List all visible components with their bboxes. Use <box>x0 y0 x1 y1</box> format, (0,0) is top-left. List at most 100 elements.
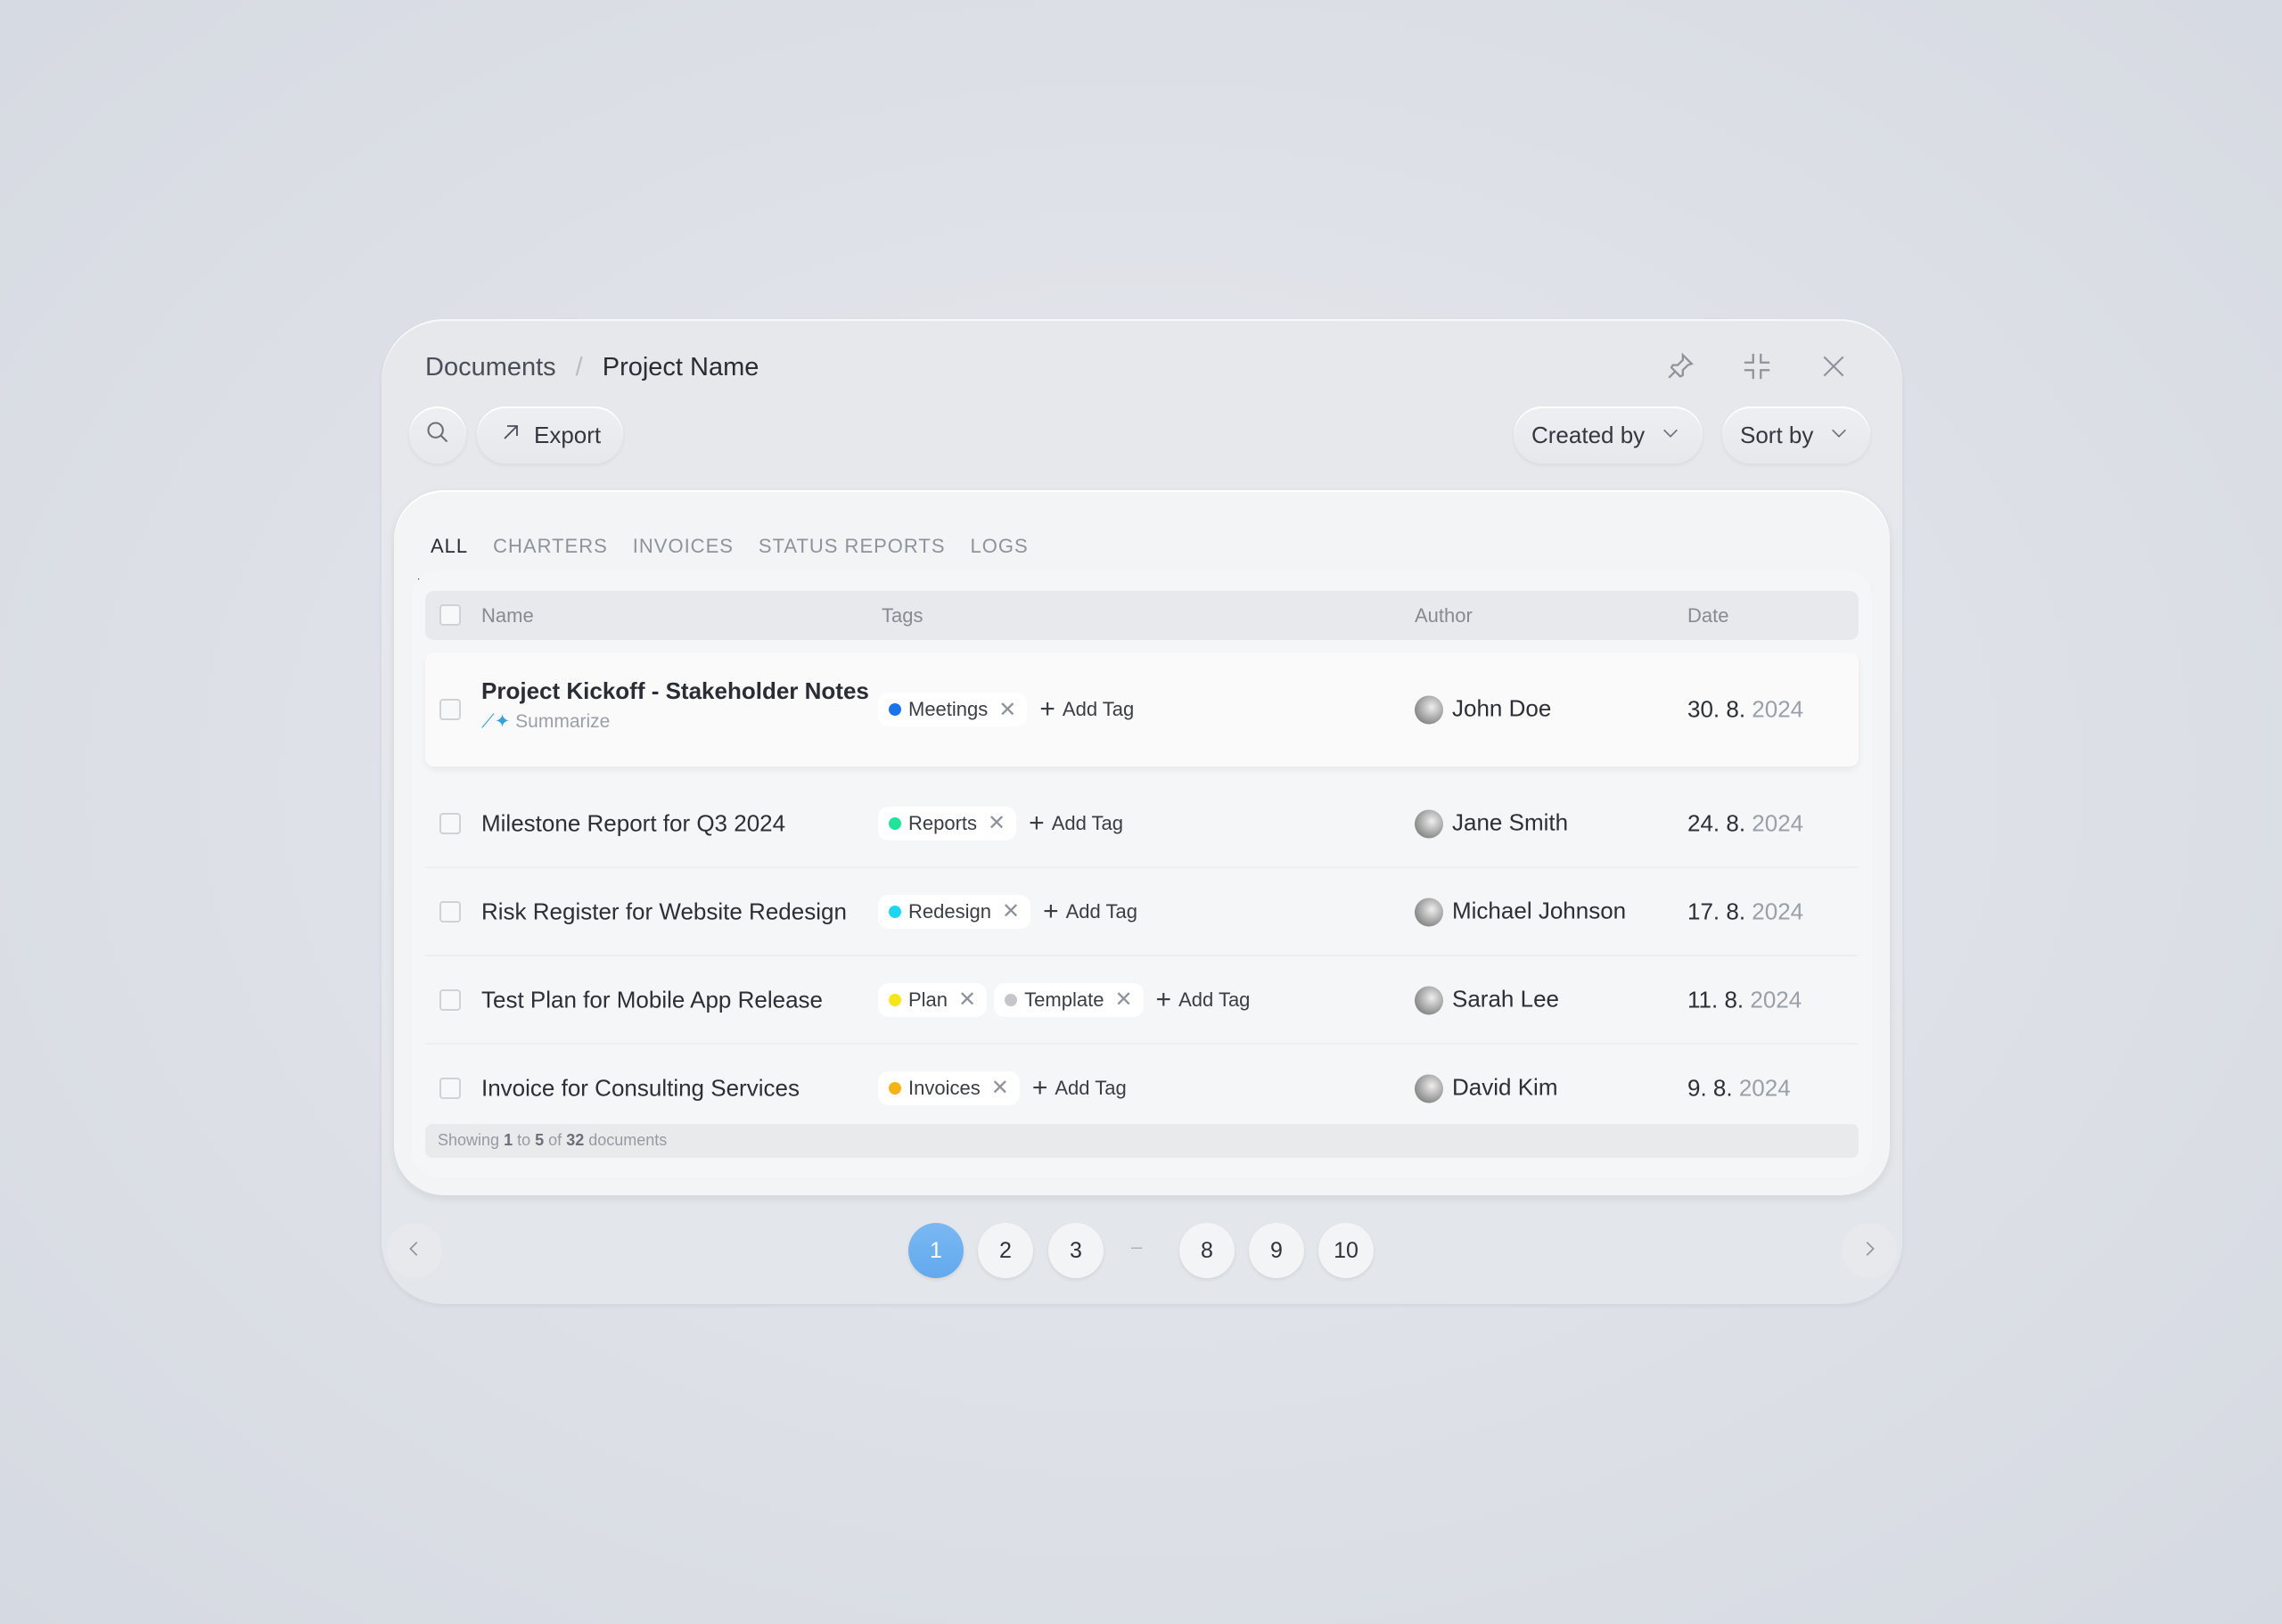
export-label: Export <box>534 421 602 448</box>
page-button[interactable]: 8 <box>1179 1223 1235 1278</box>
tag-label: Plan <box>908 988 948 1011</box>
search-button[interactable] <box>409 406 466 463</box>
summary-suffix: documents <box>588 1131 668 1149</box>
plus-icon: + <box>1031 1072 1048 1103</box>
chevron-right-icon <box>1859 1239 1879 1263</box>
tag-list: Reports ✕ + Add Tag <box>878 806 1124 841</box>
avatar <box>1415 1074 1443 1103</box>
document-name[interactable]: Invoice for Consulting Services <box>481 1074 800 1102</box>
header-author[interactable]: Author <box>1415 604 1473 627</box>
document-name[interactable]: Risk Register for Website Redesign <box>481 898 847 925</box>
add-tag-button[interactable]: + Add Tag <box>1156 986 1251 1013</box>
sort-by-label: Sort by <box>1740 421 1814 448</box>
previous-page-button[interactable] <box>387 1223 442 1278</box>
search-icon <box>425 420 450 451</box>
tag-label: Meetings <box>908 698 989 720</box>
document-name[interactable]: Project Kickoff - Stakeholder Notes <box>481 677 869 705</box>
page-button[interactable]: 1 <box>908 1223 964 1278</box>
author-name: Sarah Lee <box>1452 984 1559 1012</box>
header-name[interactable]: Name <box>481 604 534 627</box>
table-row[interactable]: Test Plan for Mobile App Release Plan ✕ Te… <box>425 956 1859 1045</box>
pagination-ellipsis: – <box>1131 1235 1143 1258</box>
remove-tag-icon[interactable]: ✕ <box>998 697 1016 723</box>
magic-wand-icon: ⟋✦ <box>481 710 511 732</box>
date: 11. 8. 2024 <box>1687 986 1802 1013</box>
author-name: David Kim <box>1452 1072 1558 1100</box>
tag-chip: Redesign ✕ <box>878 894 1031 929</box>
add-tag-button[interactable]: + Add Tag <box>1029 809 1124 837</box>
next-page-button[interactable] <box>1842 1223 1897 1278</box>
tag-color-dot <box>889 1081 901 1095</box>
add-tag-label: Add Tag <box>1051 811 1124 834</box>
page-button[interactable]: 9 <box>1249 1223 1304 1278</box>
plus-icon: + <box>1043 896 1059 926</box>
document-name[interactable]: Test Plan for Mobile App Release <box>481 986 823 1013</box>
chevron-left-icon <box>405 1239 424 1263</box>
tag-label: Template <box>1024 988 1104 1011</box>
summarize-button[interactable]: ⟋✦ Summarize <box>481 710 869 733</box>
header-tags: Tags <box>882 603 923 627</box>
date: 30. 8. 2024 <box>1687 696 1803 724</box>
breadcrumb: Documents / Project Name <box>425 353 759 382</box>
date-day: 30. 8. <box>1687 695 1746 723</box>
date: 9. 8. 2024 <box>1687 1074 1791 1102</box>
date-day: 11. 8. <box>1687 986 1744 1013</box>
documents-panel: Documents / Project Name Export Created … <box>382 319 1902 1304</box>
breadcrumb-documents[interactable]: Documents <box>425 353 556 382</box>
add-tag-button[interactable]: + Add Tag <box>1031 1072 1127 1103</box>
author: Sarah Lee <box>1415 984 1559 1015</box>
chevron-down-icon <box>1829 422 1849 449</box>
remove-tag-icon[interactable]: ✕ <box>1002 898 1020 924</box>
tag-list: Plan ✕ Template ✕ + Add Tag <box>878 982 1251 1017</box>
collapse-icon[interactable] <box>1742 349 1772 383</box>
summarize-label: Summarize <box>515 710 611 732</box>
results-summary: Showing 1 to 5 of 32 documents <box>425 1124 1859 1158</box>
row-checkbox[interactable] <box>439 900 461 923</box>
page-button[interactable]: 3 <box>1048 1223 1104 1278</box>
tag-list: Invoices ✕ + Add Tag <box>878 1070 1127 1105</box>
table-row[interactable]: Invoice for Consulting Services Invoices… <box>425 1045 1859 1133</box>
tag-chip: Reports ✕ <box>878 806 1017 841</box>
summary-of-word: of <box>548 1131 562 1149</box>
tag-label: Invoices <box>908 1076 981 1099</box>
tag-color-dot <box>1005 993 1018 1006</box>
summary-from: 1 <box>504 1131 513 1149</box>
date: 17. 8. 2024 <box>1687 898 1803 925</box>
author-name: Jane Smith <box>1452 808 1569 835</box>
export-button[interactable]: Export <box>477 406 623 463</box>
table-row[interactable]: Risk Register for Website Redesign Redes… <box>425 868 1859 956</box>
table-row[interactable]: Milestone Report for Q3 2024 Reports ✕ + Ad… <box>425 780 1859 868</box>
page-button[interactable]: 2 <box>978 1223 1033 1278</box>
page-button[interactable]: 10 <box>1318 1223 1374 1278</box>
row-checkbox[interactable] <box>439 1077 461 1099</box>
row-checkbox[interactable] <box>439 988 461 1011</box>
remove-tag-icon[interactable]: ✕ <box>991 1075 1009 1101</box>
author: Jane Smith <box>1415 808 1569 839</box>
summary-prefix: Showing <box>438 1131 500 1149</box>
document-name[interactable]: Milestone Report for Q3 2024 <box>481 809 785 837</box>
add-tag-button[interactable]: + Add Tag <box>1043 898 1137 925</box>
select-all-checkbox[interactable] <box>439 604 461 626</box>
date: 24. 8. 2024 <box>1687 809 1803 837</box>
close-icon[interactable] <box>1818 349 1849 383</box>
row-checkbox[interactable] <box>439 812 461 834</box>
author-name: Michael Johnson <box>1452 896 1627 923</box>
remove-tag-icon[interactable]: ✕ <box>988 810 1006 836</box>
avatar <box>1415 898 1443 927</box>
sort-by-dropdown[interactable]: Sort by <box>1722 406 1870 463</box>
tag-color-dot <box>889 905 901 918</box>
remove-tag-icon[interactable]: ✕ <box>1114 987 1132 1013</box>
row-checkbox[interactable] <box>439 699 461 720</box>
pin-icon[interactable] <box>1665 349 1695 383</box>
plus-icon: + <box>1039 694 1055 724</box>
header-date[interactable]: Date <box>1687 604 1728 627</box>
date-day: 9. 8. <box>1687 1074 1733 1101</box>
breadcrumb-separator: / <box>575 353 583 381</box>
author: John Doe <box>1415 694 1551 725</box>
tag-chip: Plan ✕ <box>878 982 988 1017</box>
created-by-dropdown[interactable]: Created by <box>1514 406 1703 463</box>
add-tag-button[interactable]: + Add Tag <box>1039 696 1134 723</box>
summary-total: 32 <box>566 1131 585 1149</box>
remove-tag-icon[interactable]: ✕ <box>958 987 976 1013</box>
table-row[interactable]: Project Kickoff - Stakeholder Notes ⟋✦ Su… <box>425 652 1859 767</box>
